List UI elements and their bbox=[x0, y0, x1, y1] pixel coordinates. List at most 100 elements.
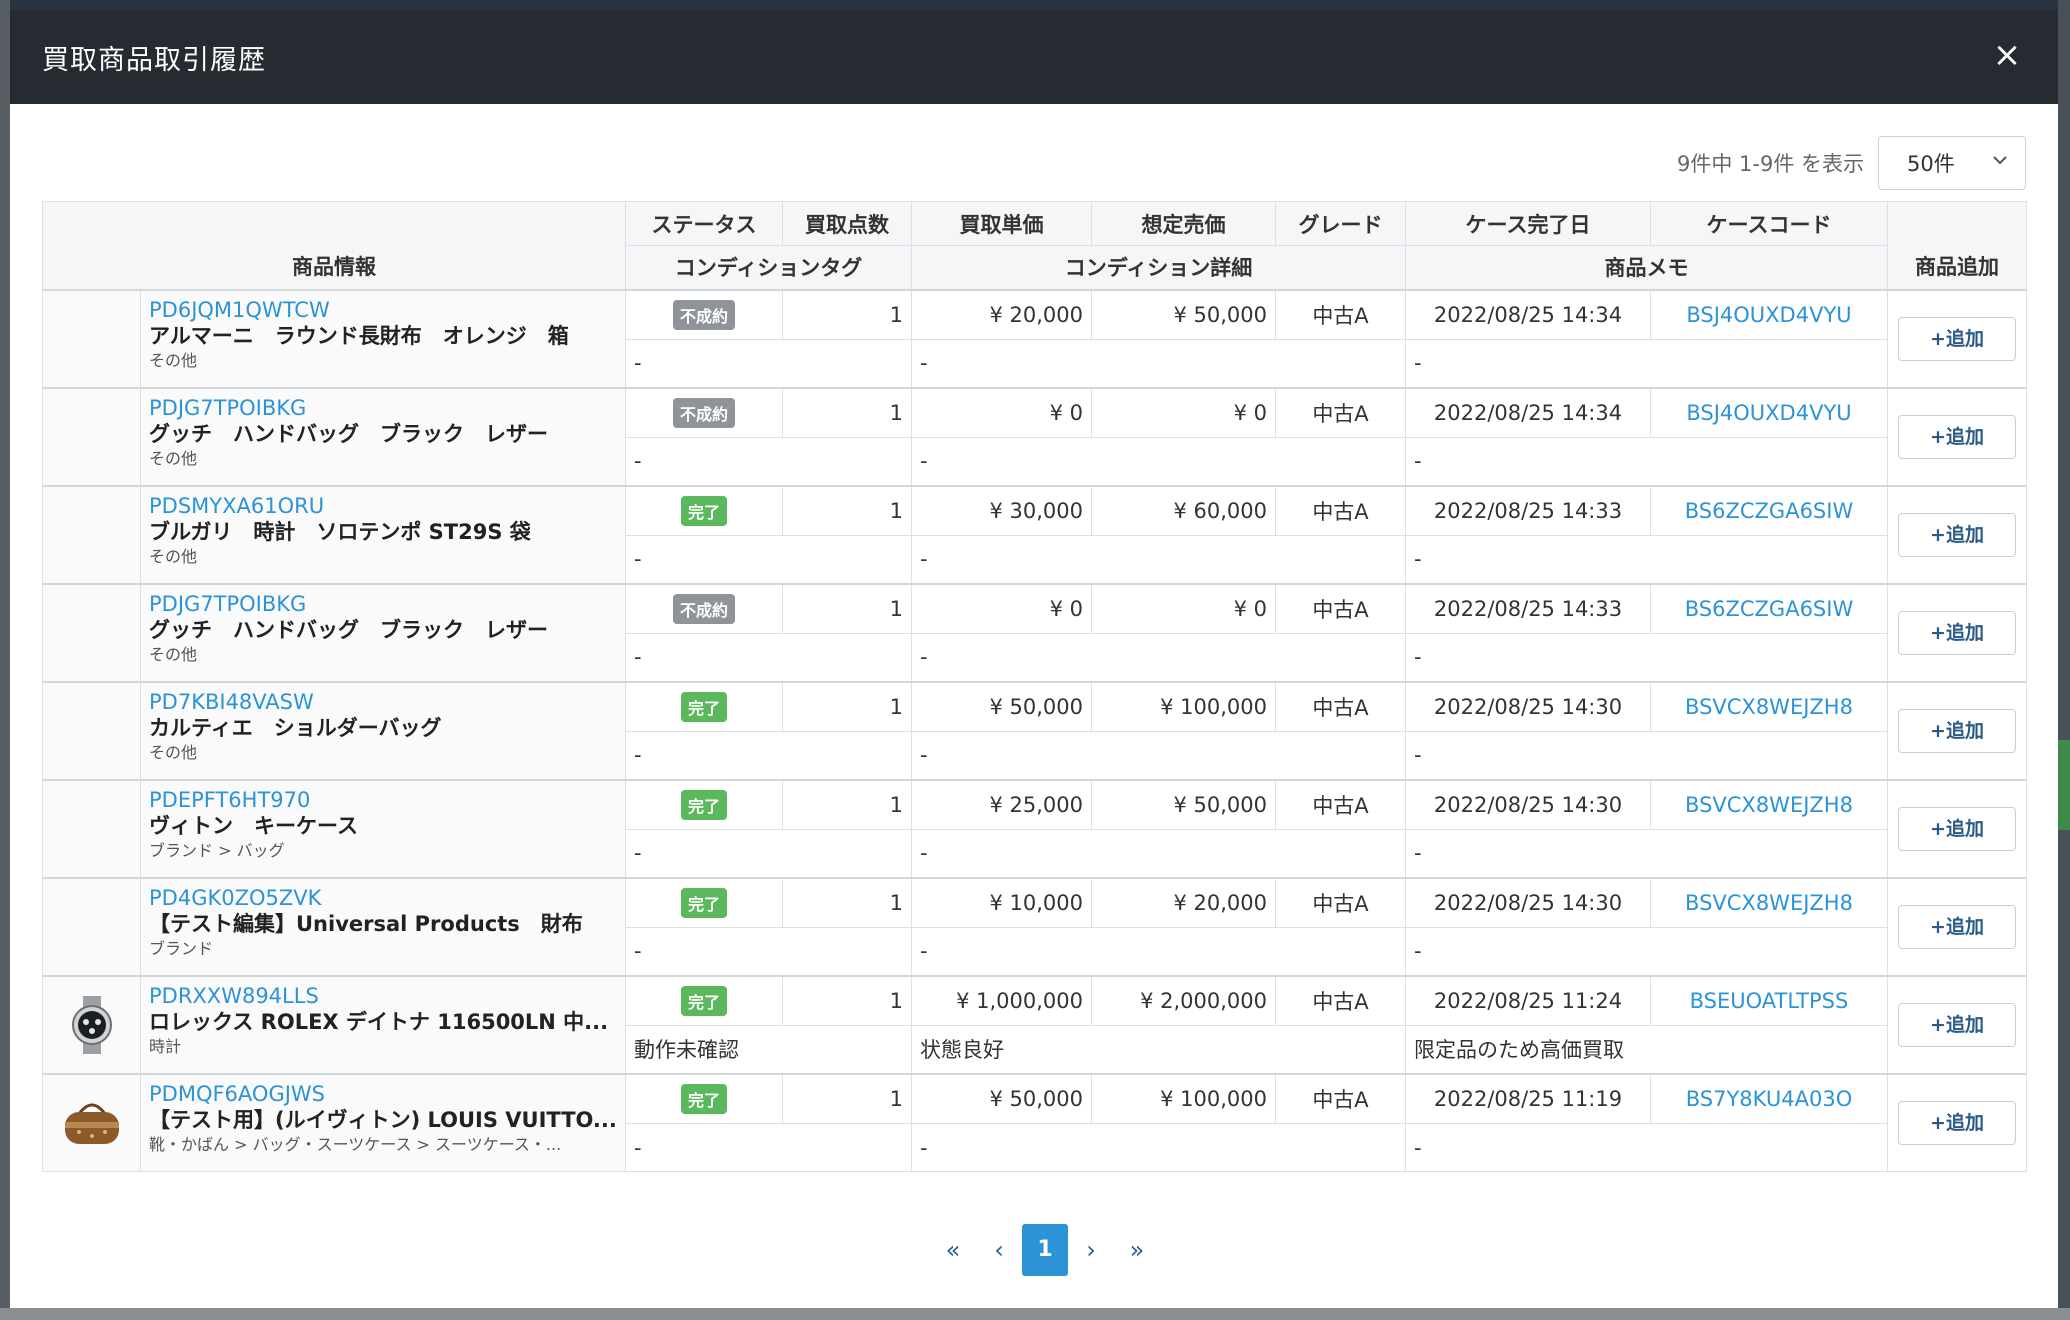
add-product-button[interactable]: +追加 bbox=[1898, 806, 2016, 851]
grade-cell: 中古A bbox=[1275, 484, 1406, 536]
pagination-current-page[interactable]: 1 bbox=[1022, 1224, 1068, 1276]
product-category: その他 bbox=[149, 448, 198, 468]
add-product-button[interactable]: +追加 bbox=[1898, 512, 2016, 557]
product-code-link[interactable]: PD4GK0ZO5ZVK bbox=[149, 885, 617, 911]
expected-price-cell: ¥ 100,000 bbox=[1091, 680, 1276, 732]
status-cell: 完了 bbox=[625, 680, 783, 732]
memo-cell: - bbox=[1405, 731, 1888, 780]
unit-price-cell: ¥ 50,000 bbox=[911, 680, 1092, 732]
condition-detail-cell: - bbox=[911, 829, 1406, 878]
memo-cell: - bbox=[1405, 633, 1888, 682]
table-row: PDJG7TPOIBKG グッチ ハンドバッグ ブラック レザー その他 不成約 1 ¥ … bbox=[42, 582, 2027, 682]
status-badge: 完了 bbox=[680, 1083, 727, 1114]
add-cell: +追加 bbox=[1887, 1072, 2027, 1172]
history-table-body: PD6JQM1QWTCW アルマーニ ラウンド長財布 オレンジ 箱その他 不成約 1 ¥… bbox=[42, 288, 2027, 1172]
add-product-button[interactable]: +追加 bbox=[1898, 414, 2016, 459]
condition-detail-cell: - bbox=[911, 437, 1406, 486]
product-image-cell bbox=[42, 484, 141, 584]
table-row: PD4GK0ZO5ZVK 【テスト編集】Universal Products 財布… bbox=[42, 876, 2027, 976]
condition-detail-cell: - bbox=[911, 535, 1406, 584]
add-cell: +追加 bbox=[1887, 484, 2027, 584]
expected-price-cell: ¥ 2,000,000 bbox=[1091, 974, 1276, 1026]
qty-cell: 1 bbox=[782, 1072, 912, 1124]
add-cell: +追加 bbox=[1887, 288, 2027, 388]
case-code-link[interactable]: BS6ZCZGA6SIW bbox=[1650, 484, 1888, 536]
header-qty: 買取点数 bbox=[782, 201, 912, 246]
product-name: グッチ ハンドバッグ ブラック レザー bbox=[149, 617, 548, 642]
history-table: 商品情報 ステータス 買取点数 買取単価 想定売価 グレード ケース完了日 ケー… bbox=[42, 201, 2027, 1172]
product-info-cell: PDJG7TPOIBKG グッチ ハンドバッグ ブラック レザー その他 bbox=[140, 582, 626, 682]
add-cell: +追加 bbox=[1887, 680, 2027, 780]
case-code-link[interactable]: BSVCX8WEJZH8 bbox=[1650, 680, 1888, 732]
table-row: PDRXXW894LLS ロレックス ROLEX デイトナ 116500LN 中.… bbox=[42, 974, 2027, 1074]
status-cell: 不成約 bbox=[625, 582, 783, 634]
case-code-link[interactable]: BS6ZCZGA6SIW bbox=[1650, 582, 1888, 634]
memo-cell: - bbox=[1405, 437, 1888, 486]
product-image-cell bbox=[42, 582, 141, 682]
close-icon[interactable]: × bbox=[1992, 38, 2022, 72]
status-badge: 完了 bbox=[680, 985, 727, 1016]
case-code-link[interactable]: BSEUOATLTPSS bbox=[1650, 974, 1888, 1026]
add-product-button[interactable]: +追加 bbox=[1898, 1002, 2016, 1047]
pagination-next[interactable]: › bbox=[1068, 1224, 1114, 1276]
product-image-cell bbox=[42, 974, 141, 1074]
header-case-done: ケース完了日 bbox=[1405, 201, 1651, 246]
background-app-left bbox=[0, 0, 10, 1320]
header-condition-tag: コンディションタグ bbox=[625, 245, 912, 290]
product-code-link[interactable]: PDJG7TPOIBKG bbox=[149, 395, 617, 421]
product-code-link[interactable]: PD6JQM1QWTCW bbox=[149, 297, 617, 323]
grade-cell: 中古A bbox=[1275, 288, 1406, 340]
grade-cell: 中古A bbox=[1275, 974, 1406, 1026]
product-name: ヴィトン キーケース bbox=[149, 813, 358, 838]
condition-detail-cell: - bbox=[911, 339, 1406, 388]
pagination-prev[interactable]: ‹ bbox=[976, 1224, 1022, 1276]
add-product-button[interactable]: +追加 bbox=[1898, 1100, 2016, 1145]
qty-cell: 1 bbox=[782, 680, 912, 732]
table-toolbar: 9件中 1-9件 を表示 50件 bbox=[1677, 136, 2026, 190]
product-info-cell: PD7KBI48VASW カルティエ ショルダーバッグ その他 bbox=[140, 680, 626, 780]
product-info-cell: PDRXXW894LLS ロレックス ROLEX デイトナ 116500LN 中.… bbox=[140, 974, 626, 1074]
add-product-button[interactable]: +追加 bbox=[1898, 610, 2016, 655]
status-badge: 不成約 bbox=[672, 593, 735, 624]
product-code-link[interactable]: PDRXXW894LLS bbox=[149, 983, 617, 1009]
pagination-last[interactable]: » bbox=[1114, 1224, 1160, 1276]
case-code-link[interactable]: BSJ4OUXD4VYU bbox=[1650, 288, 1888, 340]
table-row: PDMQF6AOGJWS 【テスト用】(ルイヴィトン) LOUIS VUITTO.… bbox=[42, 1072, 2027, 1172]
add-product-button[interactable]: +追加 bbox=[1898, 708, 2016, 753]
add-product-button[interactable]: +追加 bbox=[1898, 316, 2016, 361]
case-code-link[interactable]: BS7Y8KU4A03O bbox=[1650, 1072, 1888, 1124]
product-name: グッチ ハンドバッグ ブラック レザー bbox=[149, 421, 548, 446]
product-name: アルマーニ ラウンド長財布 オレンジ 箱 bbox=[149, 323, 569, 348]
condition-detail-cell: - bbox=[911, 1123, 1406, 1172]
condition-detail-cell: - bbox=[911, 927, 1406, 976]
status-cell: 完了 bbox=[625, 778, 783, 830]
product-code-link[interactable]: PDSMYXA61ORU bbox=[149, 493, 617, 519]
unit-price-cell: ¥ 0 bbox=[911, 386, 1092, 438]
add-cell: +追加 bbox=[1887, 974, 2027, 1074]
table-row: PDSMYXA61ORU ブルガリ 時計 ソロテンポ ST29S 袋その他 完了 1 ¥… bbox=[42, 484, 2027, 584]
per-page-select[interactable]: 50件 bbox=[1878, 136, 2026, 190]
case-code-link[interactable]: BSJ4OUXD4VYU bbox=[1650, 386, 1888, 438]
product-category: 靴・かばん > バッグ・スーツケース > スーツケース・... bbox=[149, 1134, 562, 1154]
product-name: 【テスト用】(ルイヴィトン) LOUIS VUITTO... bbox=[149, 1107, 617, 1132]
grade-cell: 中古A bbox=[1275, 680, 1406, 732]
product-info-cell: PDMQF6AOGJWS 【テスト用】(ルイヴィトン) LOUIS VUITTO.… bbox=[140, 1072, 626, 1172]
memo-cell: 限定品のため高価買取 bbox=[1405, 1025, 1888, 1074]
product-name: カルティエ ショルダーバッグ bbox=[149, 715, 442, 740]
condition-tag-cell: - bbox=[625, 535, 912, 584]
product-code-link[interactable]: PDEPFT6HT970 bbox=[149, 787, 617, 813]
case-code-link[interactable]: BSVCX8WEJZH8 bbox=[1650, 778, 1888, 830]
expected-price-cell: ¥ 50,000 bbox=[1091, 778, 1276, 830]
pagination-first[interactable]: « bbox=[930, 1224, 976, 1276]
case-code-link[interactable]: BSVCX8WEJZH8 bbox=[1650, 876, 1888, 928]
condition-tag-cell: - bbox=[625, 1123, 912, 1172]
product-code-link[interactable]: PDMQF6AOGJWS bbox=[149, 1081, 617, 1107]
expected-price-cell: ¥ 20,000 bbox=[1091, 876, 1276, 928]
status-badge: 不成約 bbox=[672, 397, 735, 428]
condition-tag-cell: - bbox=[625, 633, 912, 682]
case-done-cell: 2022/08/25 14:33 bbox=[1405, 582, 1651, 634]
product-image-cell bbox=[42, 288, 141, 388]
product-code-link[interactable]: PD7KBI48VASW bbox=[149, 689, 617, 715]
add-product-button[interactable]: +追加 bbox=[1898, 904, 2016, 949]
product-code-link[interactable]: PDJG7TPOIBKG bbox=[149, 591, 617, 617]
